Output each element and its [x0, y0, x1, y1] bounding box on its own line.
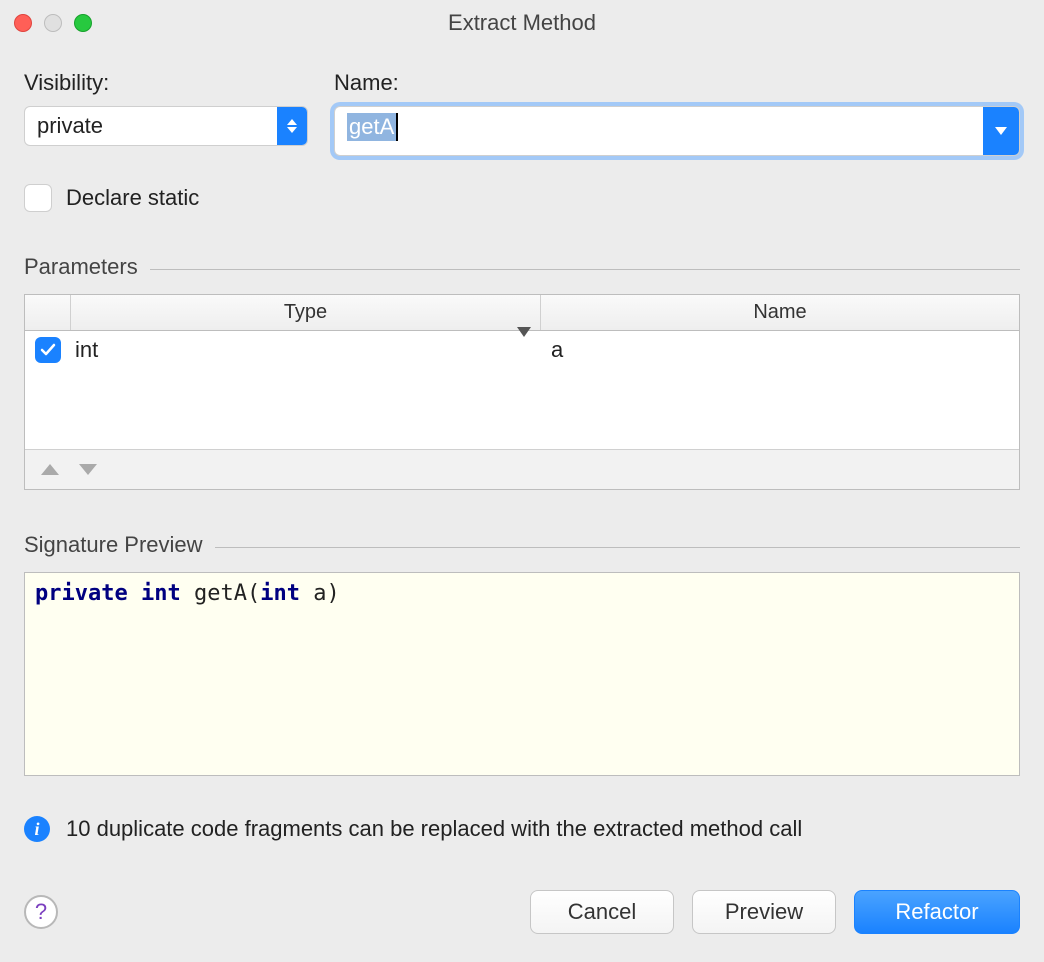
name-label: Name:	[334, 70, 1020, 96]
preview-button[interactable]: Preview	[692, 890, 836, 934]
table-row[interactable]: int a	[25, 331, 1019, 369]
check-icon	[40, 342, 56, 358]
column-name[interactable]: Name	[541, 295, 1019, 330]
parameters-table: Type Name int a	[24, 294, 1020, 490]
row-name-value[interactable]: a	[541, 337, 1019, 363]
cancel-button[interactable]: Cancel	[530, 890, 674, 934]
name-dropdown-button[interactable]	[983, 107, 1019, 155]
visibility-label: Visibility:	[24, 70, 308, 96]
row-type-value: int	[75, 337, 98, 363]
row-enabled-checkbox[interactable]	[35, 337, 61, 363]
info-message: 10 duplicate code fragments can be repla…	[66, 816, 802, 842]
titlebar: Extract Method	[0, 0, 1044, 46]
visibility-value: private	[25, 107, 277, 145]
parameters-footer	[25, 449, 1019, 489]
help-button[interactable]: ?	[24, 895, 58, 929]
window-title: Extract Method	[0, 10, 1044, 36]
divider	[215, 547, 1020, 548]
parameters-section-title: Parameters	[24, 254, 138, 280]
info-icon: i	[24, 816, 50, 842]
visibility-stepper-icon[interactable]	[277, 107, 307, 145]
declare-static-label: Declare static	[66, 185, 199, 211]
signature-preview: private int getA(int a)	[24, 572, 1020, 776]
parameters-header: Type Name	[25, 295, 1019, 331]
move-up-icon[interactable]	[41, 464, 59, 475]
column-type[interactable]: Type	[71, 295, 541, 330]
refactor-button[interactable]: Refactor	[854, 890, 1020, 934]
visibility-select[interactable]: private	[24, 106, 308, 146]
name-input-text[interactable]: getA	[335, 107, 983, 155]
divider	[150, 269, 1020, 270]
type-dropdown-icon[interactable]	[517, 337, 531, 363]
signature-section-title: Signature Preview	[24, 532, 203, 558]
move-down-icon[interactable]	[79, 464, 97, 475]
declare-static-checkbox[interactable]	[24, 184, 52, 212]
name-input[interactable]: getA	[334, 106, 1020, 156]
